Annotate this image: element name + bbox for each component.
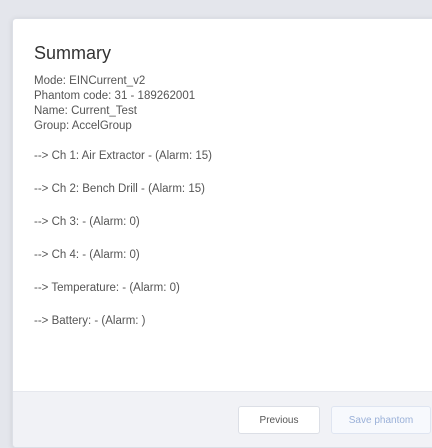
channel-list: --> Ch 1: Air Extractor - (Alarm: 15) --… [34, 149, 432, 347]
channel-item-ch3: --> Ch 3: - (Alarm: 0) [34, 216, 140, 228]
summary-body: Summary Mode: EINCurrent_v2 Phantom code… [34, 42, 432, 347]
channel-item-ch2: --> Ch 2: Bench Drill - (Alarm: 15) [34, 183, 205, 195]
save-phantom-button[interactable]: Save phantom [331, 406, 431, 434]
channel-item-temperature: --> Temperature: - (Alarm: 0) [34, 282, 180, 294]
summary-dialog: Summary Mode: EINCurrent_v2 Phantom code… [12, 18, 432, 448]
phantom-code-text: Phantom code: 31 - 189262001 [34, 90, 196, 102]
summary-info: Mode: EINCurrent_v2 Phantom code: 31 - 1… [34, 74, 432, 134]
channel-item-ch4: --> Ch 4: - (Alarm: 0) [34, 249, 140, 261]
summary-title: Summary [34, 43, 112, 63]
channel-item-ch1: --> Ch 1: Air Extractor - (Alarm: 15) [34, 150, 212, 162]
mode-text: Mode: EINCurrent_v2 [34, 75, 146, 87]
dialog-footer: Previous Save phantom [13, 391, 432, 447]
name-text: Name: Current_Test [34, 105, 137, 117]
channel-item-battery: --> Battery: - (Alarm: ) [34, 315, 146, 327]
previous-button[interactable]: Previous [238, 406, 320, 434]
group-text: Group: AccelGroup [34, 120, 132, 132]
